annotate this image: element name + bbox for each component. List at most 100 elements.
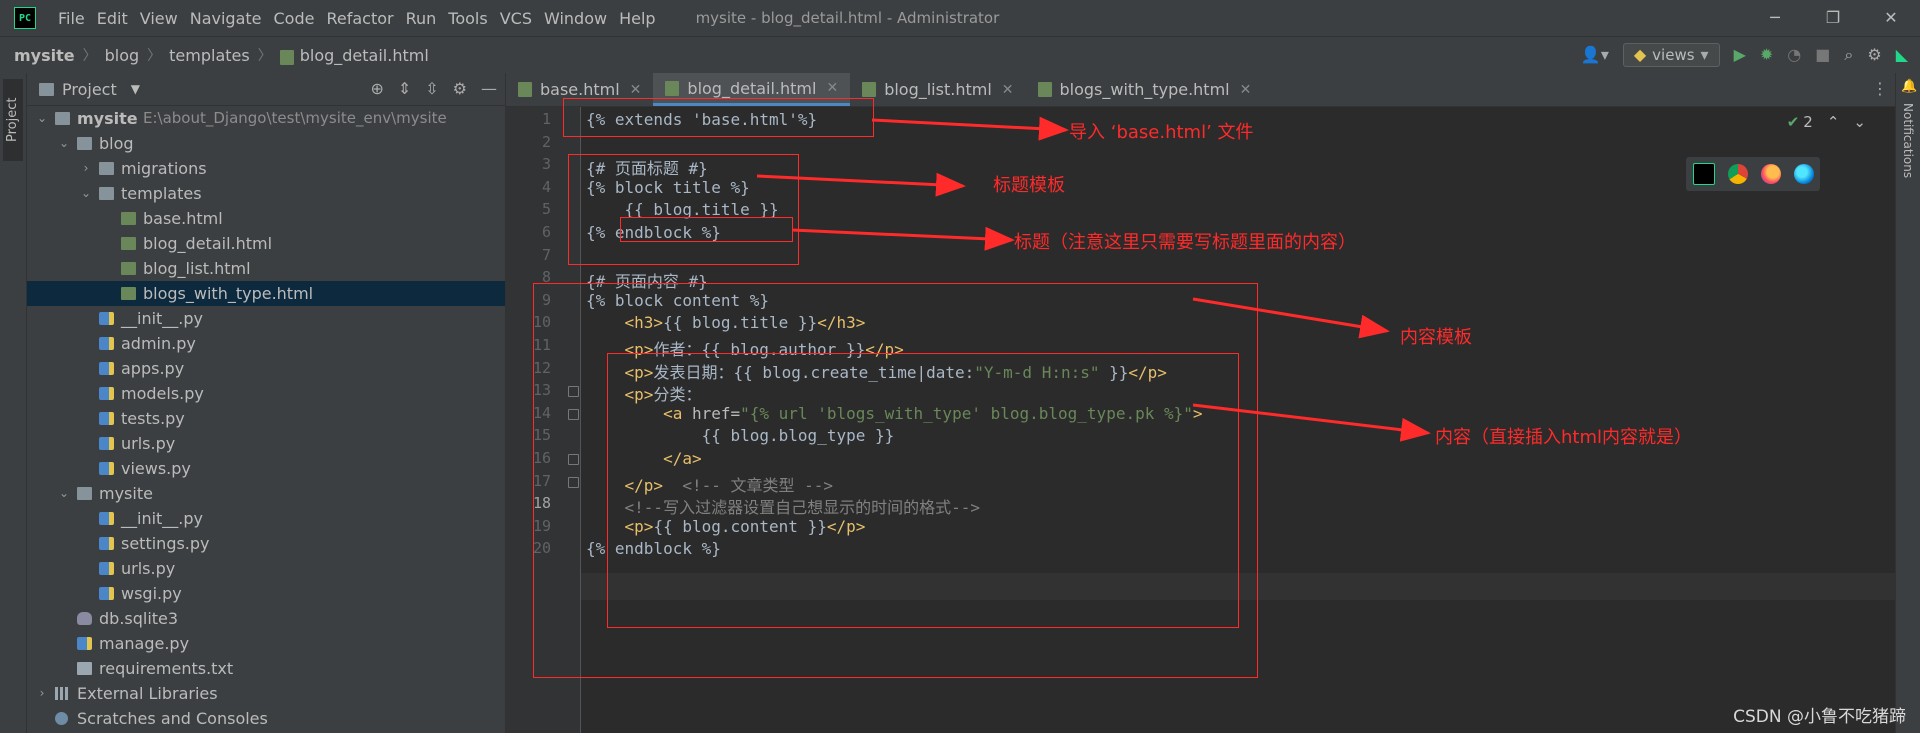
breadcrumb-item-project[interactable]: mysite — [14, 46, 75, 65]
edge-icon[interactable] — [1793, 164, 1814, 184]
chrome-icon[interactable] — [1727, 164, 1748, 184]
collapse-all-icon[interactable]: ⇳ — [425, 81, 438, 97]
jetbrains-icon[interactable]: ◣ — [1896, 47, 1908, 63]
check-icon: ✔ — [1786, 113, 1800, 131]
search-icon[interactable]: ⌕ — [1844, 47, 1853, 63]
chevron-down-icon[interactable]: ⌄ — [57, 481, 71, 506]
tree-item[interactable]: models.py — [27, 381, 505, 406]
tree-item[interactable]: › External Libraries — [27, 681, 505, 706]
pycharm-browser-icon[interactable] — [1692, 163, 1715, 185]
menu-item-run[interactable]: Run — [400, 9, 443, 28]
tree-item-label: apps.py — [121, 359, 185, 378]
gear-icon[interactable]: ⚙ — [453, 81, 467, 97]
run-config-dropdown[interactable]: ◆ views ▾ — [1622, 43, 1720, 67]
tree-item[interactable]: ⌄ blog — [27, 131, 505, 156]
maximize-icon[interactable]: ❐ — [1804, 0, 1862, 36]
tree-item[interactable]: admin.py — [27, 331, 505, 356]
tree-item[interactable]: blog_detail.html — [27, 231, 505, 256]
breadcrumb-item-blog[interactable]: blog — [105, 46, 140, 65]
tree-item[interactable]: manage.py — [27, 631, 505, 656]
chevron-down-icon[interactable]: ▼ — [131, 82, 140, 96]
more-options-icon[interactable]: ⋮ — [1872, 79, 1888, 98]
menu-item-refactor[interactable]: Refactor — [320, 9, 399, 28]
project-panel-title[interactable]: Project — [62, 80, 117, 99]
python-file-icon — [99, 412, 114, 425]
stop-icon[interactable]: ■ — [1815, 47, 1830, 63]
annotation-import-base: 导入 ‘base.html’ 文件 — [1069, 122, 1254, 143]
close-tab-icon[interactable]: ✕ — [630, 82, 642, 98]
html-file-icon — [518, 82, 532, 97]
tree-item[interactable]: __init__.py — [27, 306, 505, 331]
locate-icon[interactable]: ⊕ — [370, 81, 383, 97]
menu-item-view[interactable]: View — [134, 9, 184, 28]
tree-item-label: blog_list.html — [143, 259, 251, 278]
tab-blog-list-html[interactable]: blog_list.html ✕ — [850, 73, 1025, 106]
tree-item[interactable]: urls.py — [27, 556, 505, 581]
chevron-down-icon[interactable]: ⌄ — [57, 131, 71, 156]
close-tab-icon[interactable]: ✕ — [1240, 82, 1252, 98]
menu-item-edit[interactable]: Edit — [91, 9, 134, 28]
tree-item[interactable]: urls.py — [27, 431, 505, 456]
menu-item-file[interactable]: File — [52, 9, 91, 28]
hide-icon[interactable]: — — [481, 81, 497, 97]
chevron-up-icon[interactable]: ⌃ — [1827, 113, 1840, 131]
chevron-down-icon[interactable]: ⌄ — [35, 106, 49, 131]
tree-item[interactable]: views.py — [27, 456, 505, 481]
tree-item-label: manage.py — [99, 634, 190, 653]
menu-item-navigate[interactable]: Navigate — [184, 9, 268, 28]
menu-item-help[interactable]: Help — [613, 9, 661, 28]
tree-item[interactable]: requirements.txt — [27, 656, 505, 681]
tab-label: blog_list.html — [884, 80, 992, 99]
tree-item[interactable]: __init__.py — [27, 506, 505, 531]
debug-icon[interactable]: ✹ — [1760, 47, 1773, 63]
user-icon[interactable]: 👤▾ — [1581, 47, 1609, 63]
project-tool-tab[interactable]: Project — [3, 79, 23, 161]
window-title: mysite - blog_detail.html - Administrato… — [695, 9, 1000, 27]
tree-item[interactable]: ⌄ templates — [27, 181, 505, 206]
project-panel: Project ▼ ⊕ ⇕ ⇳ ⚙ — ⌄ mysite E:\about_Djan… — [27, 73, 506, 733]
chevron-down-icon[interactable]: ⌄ — [79, 181, 93, 206]
inspection-widget[interactable]: ✔ 2 ⌃ ⌄ — [1787, 113, 1866, 131]
tree-item-label: urls.py — [121, 559, 176, 578]
python-file-icon — [99, 512, 114, 525]
notifications-tool-tab[interactable]: Notifications — [1898, 103, 1918, 178]
line-number: 3 — [541, 155, 551, 174]
chevron-right-icon[interactable]: › — [79, 156, 93, 181]
tree-item[interactable]: wsgi.py — [27, 581, 505, 606]
tree-item[interactable]: settings.py — [27, 531, 505, 556]
tree-item[interactable]: Scratches and Consoles — [27, 706, 505, 731]
tree-item[interactable]: › migrations — [27, 156, 505, 181]
tree-item[interactable]: base.html — [27, 206, 505, 231]
close-tab-icon[interactable]: ✕ — [826, 80, 838, 96]
tree-item[interactable]: apps.py — [27, 356, 505, 381]
folder-icon — [39, 82, 54, 96]
firefox-icon[interactable] — [1760, 164, 1781, 184]
annotation-content-note: 内容（直接插入html内容就是） — [1435, 427, 1692, 448]
notifications-icon[interactable]: 🔔 — [1901, 79, 1917, 95]
tree-item[interactable]: db.sqlite3 — [27, 606, 505, 631]
menu-item-vcs[interactable]: VCS — [494, 9, 538, 28]
chevron-down-icon[interactable]: ⌄ — [1853, 113, 1866, 131]
minimize-icon[interactable]: ─ — [1746, 0, 1804, 36]
folder-icon — [55, 112, 70, 125]
chevron-right-icon[interactable]: › — [35, 681, 49, 706]
close-tab-icon[interactable]: ✕ — [1002, 82, 1014, 98]
menu-item-window[interactable]: Window — [538, 9, 613, 28]
breadcrumb-item-templates[interactable]: templates — [169, 46, 250, 65]
tree-item[interactable]: tests.py — [27, 406, 505, 431]
run-icon[interactable]: ▶ — [1734, 47, 1746, 63]
tree-item[interactable]: blog_list.html — [27, 256, 505, 281]
tab-blogs-with-type-html[interactable]: blogs_with_type.html ✕ — [1026, 73, 1264, 106]
breadcrumb-item-file[interactable]: blog_detail.html — [300, 46, 429, 65]
close-icon[interactable]: ✕ — [1862, 0, 1920, 36]
expand-all-icon[interactable]: ⇕ — [398, 81, 411, 97]
menu-item-tools[interactable]: Tools — [442, 9, 493, 28]
html-file-icon — [665, 80, 680, 96]
tree-item[interactable]: blogs_with_type.html — [27, 281, 505, 306]
coverage-icon[interactable]: ◔ — [1787, 47, 1801, 63]
tree-item-label: blog — [99, 134, 134, 153]
tree-item[interactable]: ⌄ mysite — [27, 481, 505, 506]
gear-icon[interactable]: ⚙ — [1867, 47, 1881, 63]
tree-item[interactable]: ⌄ mysite E:\about_Django\test\mysite_env\m… — [27, 106, 505, 131]
menu-item-code[interactable]: Code — [268, 9, 321, 28]
